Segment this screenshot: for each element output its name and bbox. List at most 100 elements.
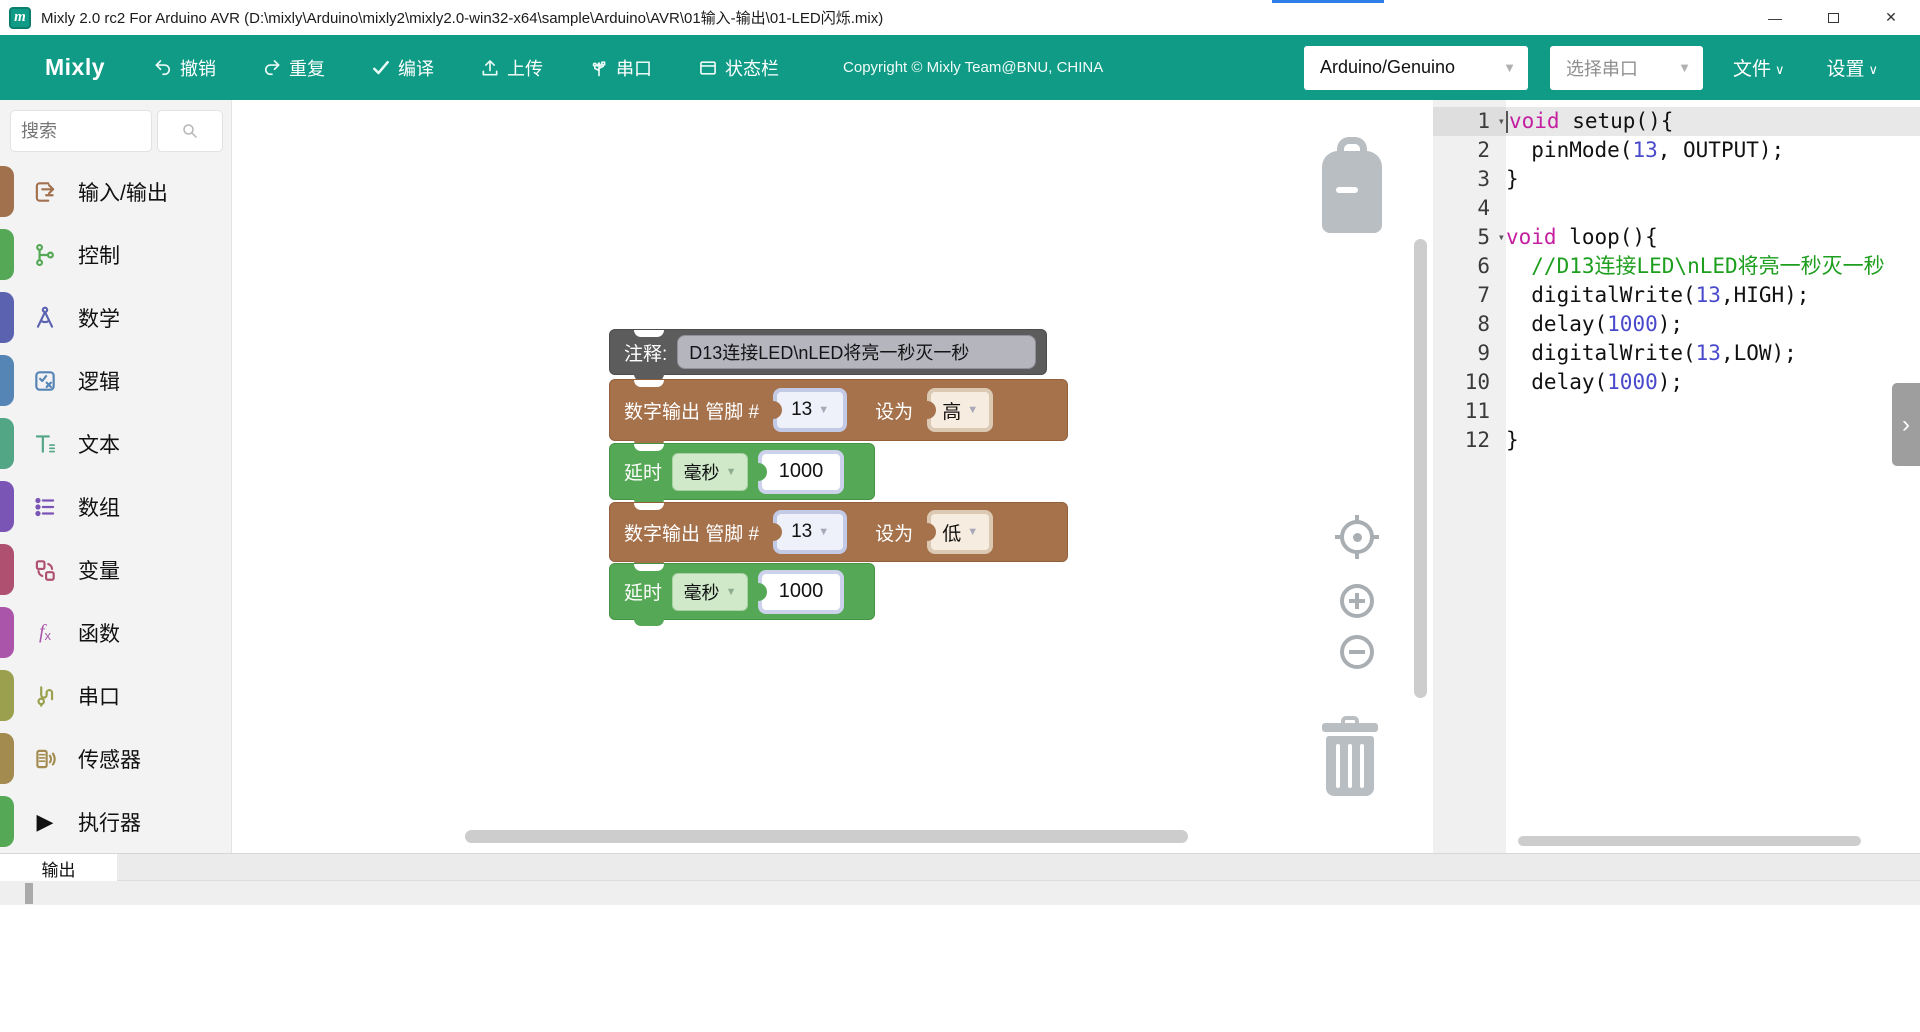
line-number[interactable]: 9 [1433, 339, 1506, 368]
line-number[interactable]: 11 [1433, 397, 1506, 426]
code-horizontal-scrollbar[interactable] [1518, 836, 1861, 846]
block-workspace[interactable]: 注释: D13连接LED\nLED将亮一秒灭一秒 数字输出 管脚 # 13▼ 设… [232, 100, 1433, 853]
level-dropdown[interactable]: 高▼ [927, 388, 993, 432]
fold-caret-icon[interactable]: ▾ [1498, 107, 1505, 136]
backpack-icon[interactable] [1320, 137, 1384, 233]
close-button[interactable]: ✕ [1862, 0, 1920, 35]
line-number[interactable]: 12 [1433, 426, 1506, 455]
delay-value: 1000 [779, 580, 824, 603]
code-line[interactable] [1506, 397, 1920, 426]
category-color-strip [0, 670, 14, 721]
sidebar-item-function[interactable]: fx函数 [0, 601, 232, 664]
function-icon: fx [32, 620, 58, 646]
zoom-in-button[interactable] [1340, 584, 1374, 618]
toolbar-right: Arduino/Genuino ▼ 选择串口 ▼ 文件∨ 设置∨ [1304, 46, 1920, 90]
code-line[interactable]: delay(1000); [1506, 310, 1920, 339]
line-number[interactable]: 7 [1433, 281, 1506, 310]
minimize-button[interactable]: — [1746, 0, 1804, 35]
pin-dropdown[interactable]: 13▼ [773, 510, 847, 554]
code-line[interactable]: delay(1000); [1506, 368, 1920, 397]
set-label: 设为 [875, 397, 913, 424]
array-icon [32, 494, 58, 520]
compile-button[interactable]: 编译 [371, 55, 434, 81]
code-line[interactable]: void setup(){ [1506, 107, 1920, 136]
upload-button[interactable]: 上传 [480, 55, 543, 81]
code-line[interactable]: void loop(){ [1506, 223, 1920, 252]
line-number[interactable]: 2 [1433, 136, 1506, 165]
code-line[interactable]: } [1506, 426, 1920, 455]
redo-button[interactable]: 重复 [262, 55, 325, 81]
board-select[interactable]: Arduino/Genuino ▼ [1304, 46, 1528, 90]
zoom-reset-button[interactable] [1340, 520, 1374, 554]
sidebar-item-logic[interactable]: 逻辑 [0, 349, 232, 412]
sidebar-item-math[interactable]: 数学 [0, 286, 232, 349]
unit-dropdown[interactable]: 毫秒▼ [672, 573, 748, 611]
window-title: Mixly 2.0 rc2 For Arduino AVR (D:\mixly\… [41, 7, 883, 28]
delay-block-2[interactable]: 延时 毫秒▼ 1000 [609, 563, 875, 620]
statusbar-button[interactable]: 状态栏 [698, 55, 779, 81]
code-line[interactable]: pinMode(13, OUTPUT); [1506, 136, 1920, 165]
serial-button[interactable]: 串口 [589, 55, 652, 81]
comment-text-field[interactable]: D13连接LED\nLED将亮一秒灭一秒 [677, 335, 1036, 369]
line-number[interactable]: 4 [1433, 194, 1506, 223]
menu-file[interactable]: 文件∨ [1725, 54, 1793, 81]
sidebar-item-text[interactable]: 文本 [0, 412, 232, 475]
delay-value-field[interactable]: 1000 [758, 450, 844, 494]
category-color-strip [0, 544, 14, 595]
line-number[interactable]: 5▾ [1433, 223, 1506, 252]
chevron-down-icon: ▼ [1678, 60, 1691, 75]
main-toolbar: Mixly 撤销重复编译上传串口状态栏 Copyright © Mixly Te… [0, 35, 1920, 100]
canvas-vertical-scrollbar[interactable] [1414, 239, 1427, 698]
line-number[interactable]: 6 [1433, 252, 1506, 281]
maximize-button[interactable] [1804, 0, 1862, 35]
trash-icon[interactable] [1322, 716, 1378, 796]
sidebar-item-control[interactable]: 控制 [0, 223, 232, 286]
check-icon [371, 58, 391, 78]
category-color-strip [0, 607, 14, 658]
unit-dropdown[interactable]: 毫秒▼ [672, 453, 748, 491]
sidebar-item-serial[interactable]: 串口 [0, 664, 232, 727]
sidebar-item-array[interactable]: 数组 [0, 475, 232, 538]
sidebar-item-sensor[interactable]: 传感器 [0, 727, 232, 790]
title-bar: m Mixly 2.0 rc2 For Arduino AVR (D:\mixl… [0, 0, 1920, 35]
code-line[interactable]: digitalWrite(13,HIGH); [1506, 281, 1920, 310]
toolbar-menus: 文件∨ 设置∨ [1725, 54, 1886, 81]
category-color-strip [0, 418, 14, 469]
delay-value-field[interactable]: 1000 [758, 570, 844, 614]
chevron-down-icon: ▼ [818, 526, 829, 538]
button-label: 上传 [507, 55, 543, 81]
menu-settings[interactable]: 设置∨ [1818, 54, 1886, 81]
canvas-horizontal-scrollbar[interactable] [465, 830, 1188, 843]
search-input[interactable] [10, 110, 152, 152]
pin-dropdown[interactable]: 13▼ [773, 388, 847, 432]
search-button[interactable] [157, 110, 223, 152]
fold-caret-icon[interactable]: ▾ [1498, 223, 1505, 252]
menu-label: 文件 [1733, 54, 1771, 81]
port-select[interactable]: 选择串口 ▼ [1550, 46, 1703, 90]
level-dropdown[interactable]: 低▼ [927, 510, 993, 554]
sidebar-item-io[interactable]: 输入/输出 [0, 160, 232, 223]
code-lines[interactable]: void setup(){ pinMode(13, OUTPUT);} void … [1506, 107, 1920, 455]
code-line[interactable] [1506, 194, 1920, 223]
digital-write-block-high[interactable]: 数字输出 管脚 # 13▼ 设为 高▼ [609, 379, 1068, 441]
line-number[interactable]: 1▾ [1433, 107, 1506, 136]
sidebar-item-actuator[interactable]: ▶执行器 [0, 790, 232, 853]
line-number[interactable]: 10 [1433, 368, 1506, 397]
line-number[interactable]: 8 [1433, 310, 1506, 339]
digital-write-block-low[interactable]: 数字输出 管脚 # 13▼ 设为 低▼ [609, 502, 1068, 562]
comment-block-label: 注释: [624, 339, 667, 366]
code-line[interactable]: digitalWrite(13,LOW); [1506, 339, 1920, 368]
comment-block[interactable]: 注释: D13连接LED\nLED将亮一秒灭一秒 [609, 329, 1047, 375]
blocks-sidebar: 输入/输出控制数学逻辑文本数组变量fx函数串口传感器▶执行器 [0, 100, 232, 853]
panel-collapse-handle[interactable]: › [1892, 383, 1920, 466]
delay-block-1[interactable]: 延时 毫秒▼ 1000 [609, 443, 875, 500]
code-line[interactable]: } [1506, 165, 1920, 194]
tab-output[interactable]: 输出 [0, 854, 117, 882]
code-line[interactable]: //D13连接LED\nLED将亮一秒灭一秒 [1506, 252, 1920, 281]
sidebar-item-variable[interactable]: 变量 [0, 538, 232, 601]
zoom-out-button[interactable] [1340, 635, 1374, 669]
undo-button[interactable]: 撤销 [153, 55, 216, 81]
line-number[interactable]: 3 [1433, 165, 1506, 194]
output-scroll-thumb[interactable] [25, 883, 33, 904]
delay-label: 延时 [624, 578, 662, 605]
